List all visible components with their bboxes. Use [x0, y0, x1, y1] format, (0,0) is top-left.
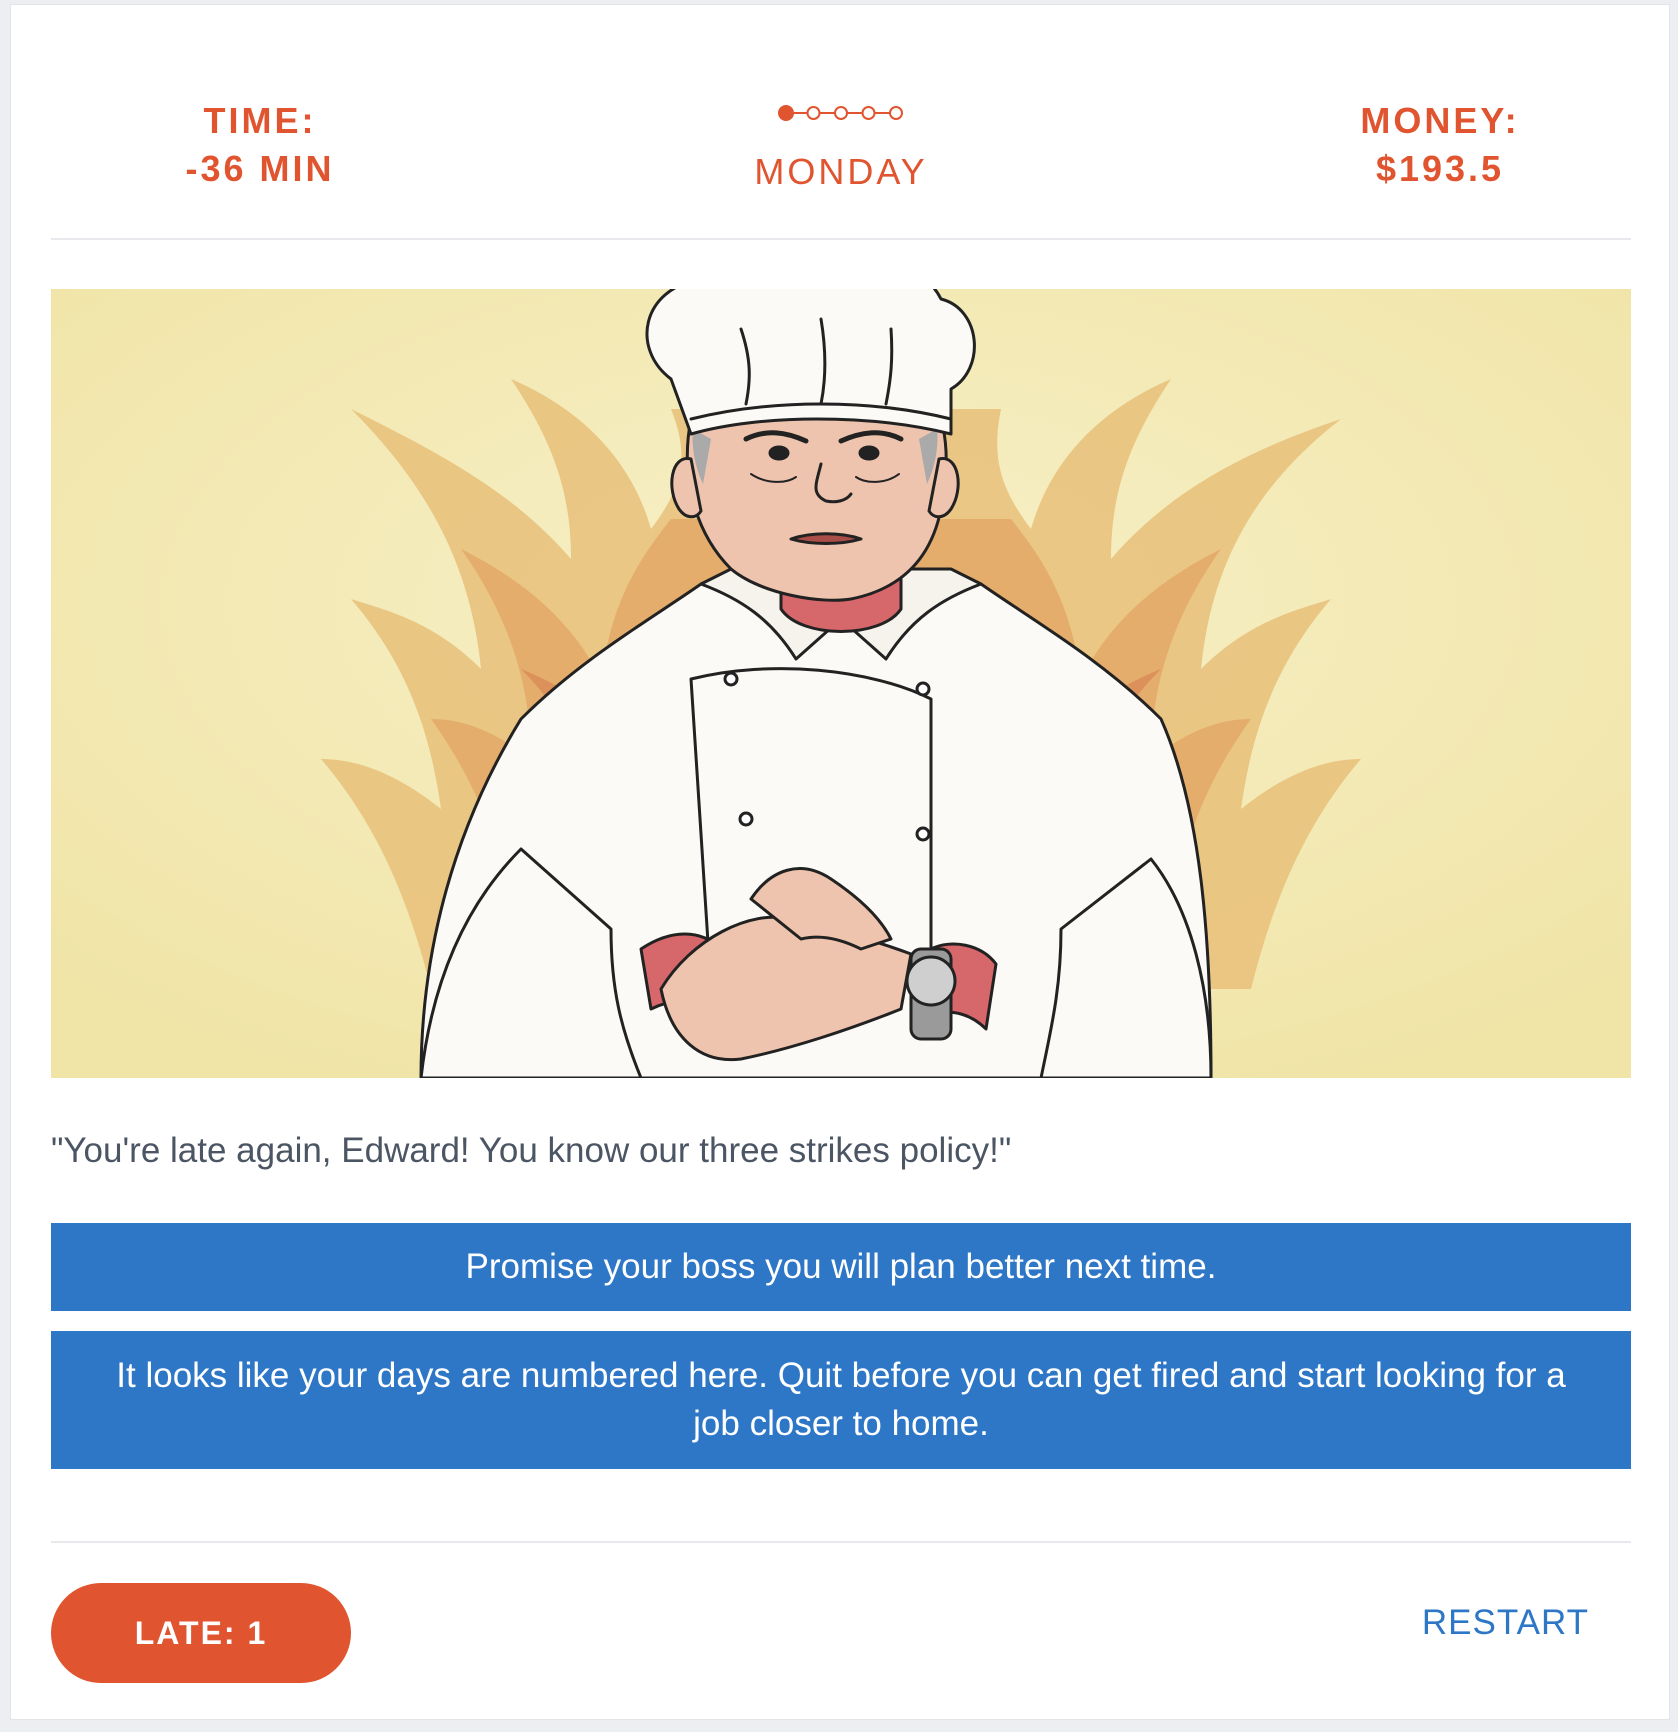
- time-stat: TIME: -36 MIN: [110, 97, 410, 193]
- time-value: -36 MIN: [185, 148, 335, 189]
- day-name: MONDAY: [754, 151, 928, 192]
- scene-illustration: [51, 289, 1631, 1078]
- restart-link[interactable]: RESTART: [1422, 1603, 1589, 1643]
- day-dot-1: [778, 105, 794, 121]
- chef-scene-icon: [51, 289, 1631, 1078]
- money-label: MONEY:: [1360, 100, 1520, 141]
- choice-label: It looks like your days are numbered her…: [116, 1356, 1566, 1443]
- time-label: TIME:: [203, 100, 317, 141]
- header-divider: [51, 238, 1631, 240]
- day-dot-4: [861, 106, 876, 120]
- choice-label: Promise your boss you will plan better n…: [465, 1247, 1217, 1286]
- day-dot-5: [889, 106, 903, 120]
- choice-button-plan-better[interactable]: Promise your boss you will plan better n…: [51, 1223, 1631, 1311]
- day-dot-2: [806, 106, 821, 120]
- money-value: $193.5: [1375, 148, 1505, 189]
- week-progress-dots: [778, 105, 903, 121]
- late-counter-badge: LATE: 1: [51, 1583, 351, 1683]
- day-dot-3: [834, 106, 848, 120]
- day-indicator: MONDAY: [691, 101, 991, 194]
- game-card: TIME: -36 MIN MONDAY MONEY: $193.5 "You'…: [10, 4, 1670, 1720]
- dialogue-text: "You're late again, Edward! You know our…: [51, 1131, 1012, 1170]
- choice-button-quit[interactable]: It looks like your days are numbered her…: [51, 1331, 1631, 1469]
- footer-divider: [51, 1541, 1631, 1543]
- late-label: LATE: 1: [134, 1614, 268, 1651]
- money-stat: MONEY: $193.5: [1290, 97, 1590, 193]
